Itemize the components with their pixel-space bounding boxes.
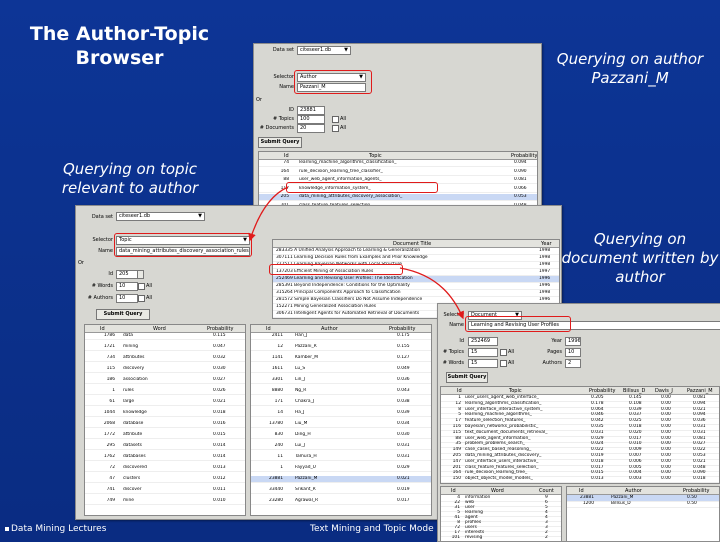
arrow-doc-to-query — [399, 267, 464, 320]
footer-left-text: Data Mining Lectures — [11, 524, 107, 534]
footer-left: Data Mining Lectures — [5, 524, 106, 534]
annotation-arrows — [248, 186, 464, 320]
arrow-topic-to-query — [248, 186, 289, 242]
footer-center: Text Mining and Topic Mode — [310, 524, 434, 534]
footer-bullet-icon — [5, 526, 9, 531]
footer-right: ine — [698, 524, 712, 534]
slide-background: The Author-Topic Browser Data set citese… — [0, 0, 720, 542]
